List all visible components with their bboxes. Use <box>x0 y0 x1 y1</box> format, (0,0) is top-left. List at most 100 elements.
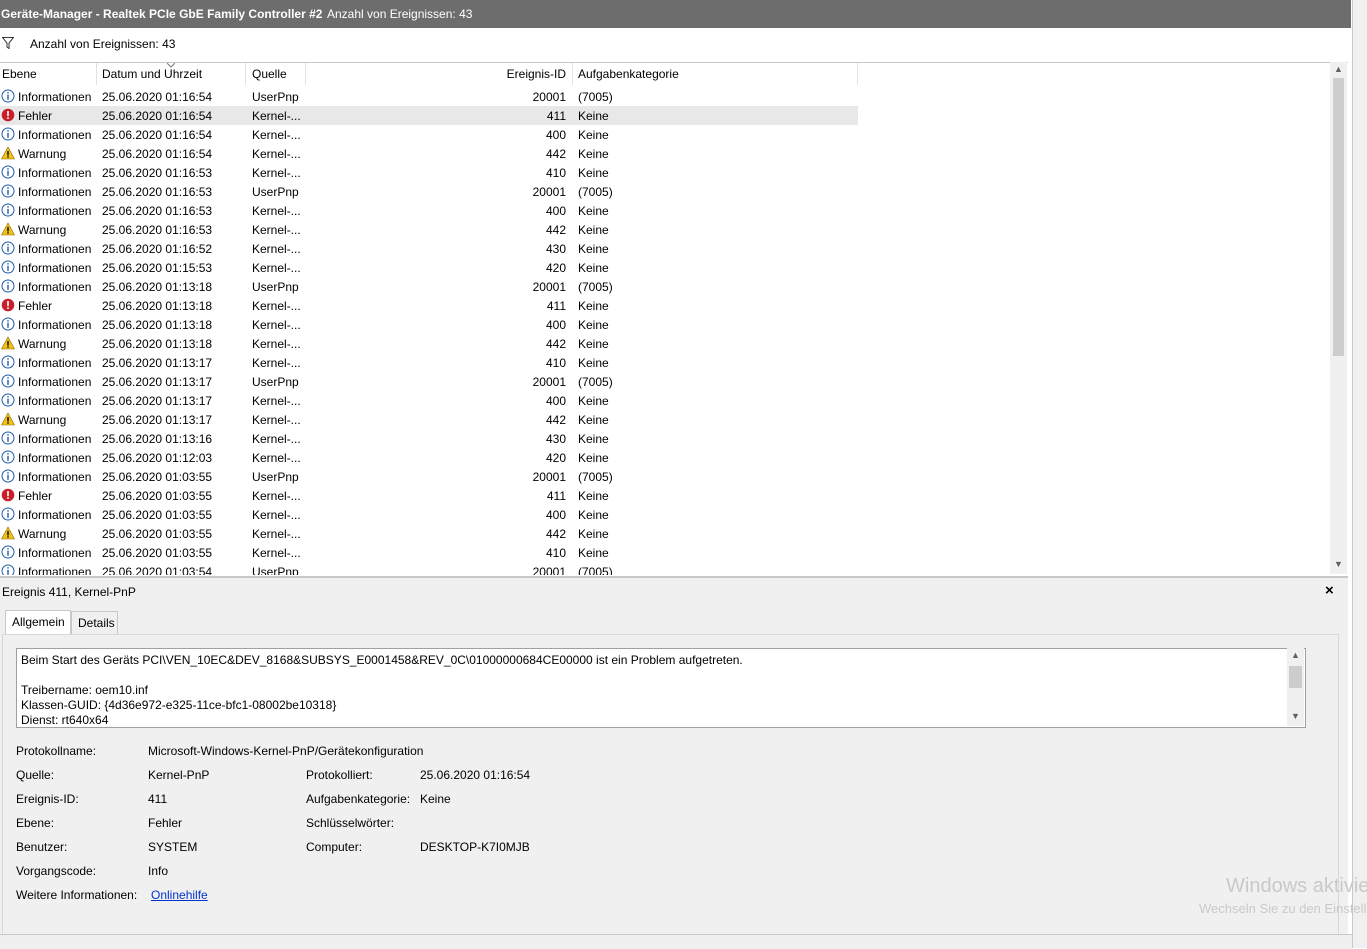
table-row[interactable]: Informationen 25.06.2020 01:16:53 Kernel-.… <box>0 201 858 220</box>
table-row[interactable]: Informationen 25.06.2020 01:13:17 Kernel-.… <box>0 391 858 410</box>
table-row[interactable]: Warnung 25.06.2020 01:13:17 Kernel-... 442 K… <box>0 410 858 429</box>
scroll-up-icon[interactable]: ▲ <box>1291 650 1300 660</box>
level-label: Ebene: <box>16 816 55 830</box>
row-category: Keine <box>578 299 609 313</box>
opcode-label: Vorgangscode: <box>16 864 97 878</box>
warning-icon <box>1 526 15 540</box>
close-icon[interactable]: × <box>1325 582 1334 599</box>
row-category: Keine <box>578 147 609 161</box>
scroll-down-icon[interactable]: ▼ <box>1334 559 1343 569</box>
row-category: Keine <box>578 394 609 408</box>
table-row[interactable]: Informationen 25.06.2020 01:03:55 Kernel-.… <box>0 505 858 524</box>
table-row[interactable]: Warnung 25.06.2020 01:03:55 Kernel-... 442 K… <box>0 524 858 543</box>
info-icon <box>1 507 15 521</box>
row-datetime: 25.06.2020 01:16:54 <box>102 147 213 161</box>
row-level: Warnung <box>18 147 67 161</box>
row-event-id: 442 <box>545 413 566 427</box>
event-list-scrollbar[interactable]: ▲ ▼ <box>1330 62 1347 574</box>
info-icon <box>1 355 15 369</box>
warning-icon <box>1 222 15 236</box>
error-icon <box>1 108 15 122</box>
row-datetime: 25.06.2020 01:03:55 <box>102 546 213 560</box>
row-source: Kernel-... <box>252 394 301 408</box>
tab-details[interactable]: Details <box>71 611 118 634</box>
table-row[interactable]: Informationen 25.06.2020 01:16:54 UserPnp 2… <box>0 87 858 106</box>
table-row[interactable]: Warnung 25.06.2020 01:13:18 Kernel-... 442 K… <box>0 334 858 353</box>
scroll-up-icon[interactable]: ▲ <box>1334 64 1343 74</box>
table-row[interactable]: Informationen 25.06.2020 01:13:17 UserPnp 2… <box>0 372 858 391</box>
row-level: Informationen <box>18 261 92 275</box>
table-row[interactable]: Warnung 25.06.2020 01:16:53 Kernel-... 442 K… <box>0 220 858 239</box>
row-datetime: 25.06.2020 01:13:16 <box>102 432 213 446</box>
row-event-id: 400 <box>545 508 566 522</box>
status-strip <box>0 934 1352 949</box>
scroll-down-icon[interactable]: ▼ <box>1291 711 1300 721</box>
message-scrollbar[interactable]: ▲ ▼ <box>1287 648 1304 726</box>
table-row[interactable]: Informationen 25.06.2020 01:03:55 Kernel-.… <box>0 543 858 562</box>
row-event-id: 20001 <box>532 470 566 484</box>
row-event-id: 430 <box>545 432 566 446</box>
row-event-id: 20001 <box>532 375 566 389</box>
table-row[interactable]: Informationen 25.06.2020 01:03:55 UserPnp 2… <box>0 467 858 486</box>
row-source: Kernel-... <box>252 261 301 275</box>
row-category: Keine <box>578 166 609 180</box>
user-value: SYSTEM <box>148 840 198 854</box>
column-header-level[interactable]: Ebene <box>0 63 96 85</box>
column-header-category[interactable]: Aufgabenkategorie <box>573 63 857 85</box>
row-event-id: 400 <box>545 394 566 408</box>
row-event-id: 411 <box>546 489 566 503</box>
row-event-id: 20001 <box>532 90 566 104</box>
scrollbar-thumb[interactable] <box>1289 666 1302 688</box>
table-row[interactable]: Informationen 25.06.2020 01:03:54 UserPnp 2… <box>0 562 858 575</box>
table-row[interactable]: Informationen 25.06.2020 01:13:18 UserPnp 2… <box>0 277 858 296</box>
info-icon <box>1 564 15 575</box>
row-level: Informationen <box>18 318 92 332</box>
column-header-source[interactable]: Quelle <box>246 63 305 85</box>
filter-icon[interactable] <box>2 37 14 49</box>
row-category: Keine <box>578 413 609 427</box>
column-header-datetime[interactable]: Datum und Uhrzeit <box>97 63 245 85</box>
message-line: Treibername: oem10.inf <box>21 683 148 697</box>
table-row[interactable]: Informationen 25.06.2020 01:13:16 Kernel-.… <box>0 429 858 448</box>
table-row[interactable]: Warnung 25.06.2020 01:16:54 Kernel-... 442 K… <box>0 144 858 163</box>
row-category: Keine <box>578 204 609 218</box>
tab-general[interactable]: Allgemein <box>5 610 71 635</box>
info-icon <box>1 241 15 255</box>
table-row[interactable]: Informationen 25.06.2020 01:13:18 Kernel-.… <box>0 315 858 334</box>
row-category: Keine <box>578 223 609 237</box>
online-help-link[interactable]: Onlinehilfe <box>151 888 208 902</box>
table-row[interactable]: Informationen 25.06.2020 01:16:52 Kernel-.… <box>0 239 858 258</box>
task-category-value: Keine <box>420 792 451 806</box>
scrollbar-thumb[interactable] <box>1333 78 1344 356</box>
row-level: Informationen <box>18 565 92 575</box>
row-source: Kernel-... <box>252 204 301 218</box>
table-row[interactable]: Informationen 25.06.2020 01:12:03 Kernel-.… <box>0 448 858 467</box>
activation-watermark-text: Wechseln Sie zu den Einstellungen <box>1199 901 1367 916</box>
message-line: Dienst: rt640x64 <box>21 713 109 727</box>
table-row[interactable]: Informationen 25.06.2020 01:15:53 Kernel-.… <box>0 258 858 277</box>
log-name-value: Microsoft-Windows-Kernel-PnP/Gerätekonfi… <box>148 744 424 758</box>
table-row[interactable]: Informationen 25.06.2020 01:16:54 Kernel-.… <box>0 125 858 144</box>
info-icon <box>1 184 15 198</box>
table-row[interactable]: Informationen 25.06.2020 01:16:53 Kernel-.… <box>0 163 858 182</box>
table-row[interactable]: Fehler 25.06.2020 01:16:54 Kernel-... 411 Ke… <box>0 106 858 125</box>
row-category: Keine <box>578 432 609 446</box>
info-icon <box>1 127 15 141</box>
row-datetime: 25.06.2020 01:13:17 <box>102 356 213 370</box>
row-level: Warnung <box>18 223 67 237</box>
row-datetime: 25.06.2020 01:03:55 <box>102 470 213 484</box>
window-title: Geräte-Manager - Realtek PCIe GbE Family… <box>1 7 323 21</box>
column-header-event-id[interactable]: Ereignis-ID <box>306 63 572 85</box>
table-row[interactable]: Fehler 25.06.2020 01:03:55 Kernel-... 411 Ke… <box>0 486 858 505</box>
row-source: UserPnp <box>252 280 299 294</box>
info-icon <box>1 165 15 179</box>
event-message-box[interactable]: Beim Start des Geräts PCI\VEN_10EC&DEV_8… <box>16 648 1306 728</box>
table-row[interactable]: Fehler 25.06.2020 01:13:18 Kernel-... 411 Ke… <box>0 296 858 315</box>
table-row[interactable]: Informationen 25.06.2020 01:16:53 UserPnp 2… <box>0 182 858 201</box>
row-event-id: 20001 <box>532 565 566 575</box>
user-label: Benutzer: <box>16 840 68 854</box>
table-row[interactable]: Informationen 25.06.2020 01:13:17 Kernel-.… <box>0 353 858 372</box>
row-event-id: 442 <box>545 527 566 541</box>
row-level: Fehler <box>18 299 53 313</box>
row-level: Informationen <box>18 204 92 218</box>
